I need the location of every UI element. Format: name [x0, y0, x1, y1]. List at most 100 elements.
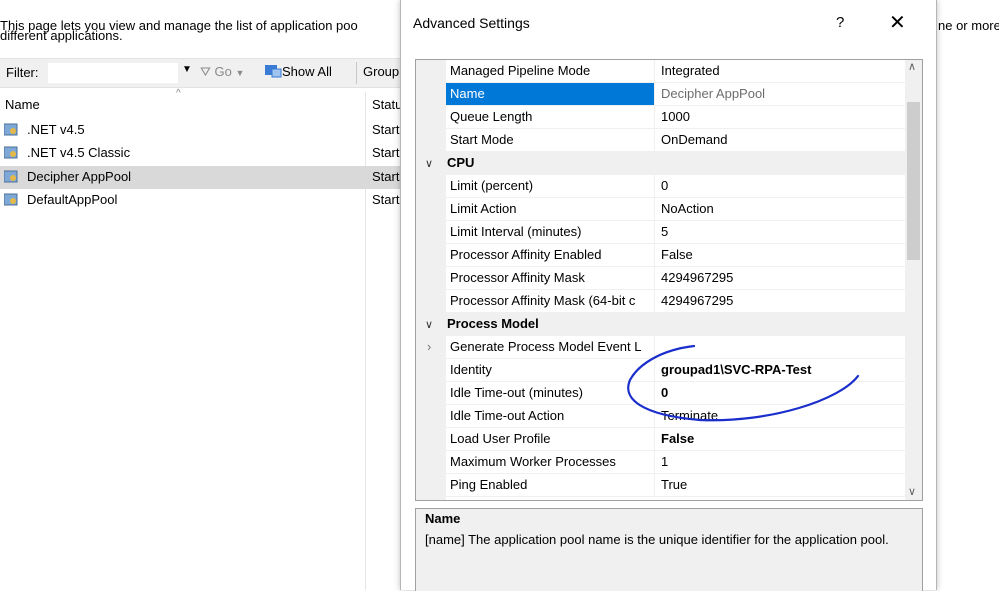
property-row[interactable]: Processor Affinity Mask (64-bit c 4294967…: [416, 290, 911, 313]
chevron-down-icon[interactable]: ∨: [425, 314, 433, 336]
chevron-down-icon: ▼: [235, 68, 245, 78]
scroll-down-icon[interactable]: ∨: [908, 485, 916, 498]
property-row[interactable]: Limit (percent) 0: [416, 175, 911, 198]
property-value: 5: [655, 221, 911, 244]
property-name: Processor Affinity Enabled: [446, 244, 654, 267]
show-all-button[interactable]: Show All: [264, 64, 332, 79]
property-value: False: [655, 244, 911, 267]
description-title: Name: [425, 511, 461, 526]
property-row[interactable]: Processor Affinity Mask 4294967295: [416, 267, 911, 290]
property-value: 4294967295: [655, 267, 911, 290]
vertical-scrollbar[interactable]: ∧ ∨: [905, 60, 922, 500]
pool-name: .NET v4.5: [27, 122, 85, 137]
property-row[interactable]: Load User Profile False: [416, 428, 911, 451]
property-value: [655, 336, 911, 359]
filter-label: Filter:: [6, 65, 39, 80]
property-row[interactable]: Limit Interval (minutes) 5: [416, 221, 911, 244]
description-text: [name] The application pool name is the …: [425, 532, 889, 547]
app-pool-icon: [4, 146, 18, 159]
property-row[interactable]: Idle Time-out (minutes) 0: [416, 382, 911, 405]
property-value: 1000: [655, 106, 911, 129]
help-button[interactable]: ?: [836, 14, 844, 31]
pool-list-header: Name ^ Statu: [0, 88, 402, 116]
close-icon[interactable]: ✕: [889, 10, 906, 35]
category-process-model[interactable]: ∨ Process Model: [416, 313, 905, 336]
property-name: Idle Time-out Action: [446, 405, 654, 428]
property-value: NoAction: [655, 198, 911, 221]
app-pool-icon: [4, 123, 18, 136]
app-pool-icon: [4, 170, 18, 183]
property-value: groupad1\SVC-RPA-Test: [655, 359, 911, 382]
filter-toolbar: Filter: ▼ ⛛ Go ▼ Show All Group: [0, 58, 400, 88]
filter-dropdown-icon[interactable]: ▼: [182, 64, 192, 75]
property-name: Maximum Worker Processes: [446, 451, 654, 474]
property-row[interactable]: Queue Length 1000: [416, 106, 911, 129]
funnel-icon: ⛛: [200, 64, 211, 79]
filter-input[interactable]: [47, 62, 179, 84]
property-row[interactable]: Processor Affinity Enabled False: [416, 244, 911, 267]
category-label: Process Model: [447, 316, 539, 331]
property-name: Name: [446, 83, 654, 106]
property-name: Load User Profile: [446, 428, 654, 451]
property-row[interactable]: Managed Pipeline Mode Integrated: [416, 60, 911, 83]
scrollbar-thumb[interactable]: [907, 102, 920, 260]
intro-line-2: different applications.: [0, 28, 123, 43]
dialog-title: Advanced Settings: [413, 15, 530, 31]
property-name: Managed Pipeline Mode: [446, 60, 654, 83]
property-name: Processor Affinity Mask: [446, 267, 654, 290]
property-grid: Managed Pipeline Mode Integrated Name Deci…: [415, 59, 923, 501]
column-header-status[interactable]: Statu: [372, 97, 402, 112]
intro-line-1-tail: ne or more: [938, 18, 999, 33]
property-name: Idle Time-out (minutes): [446, 382, 654, 405]
property-name: Limit Interval (minutes): [446, 221, 654, 244]
pool-row-selected[interactable]: Decipher AppPool Start: [0, 166, 400, 189]
pool-name: Decipher AppPool: [27, 169, 132, 184]
show-all-icon: [265, 65, 282, 78]
property-value: 4294967295: [655, 290, 911, 313]
show-all-label: Show All: [282, 64, 332, 79]
description-panel: Name [name] The application pool name is…: [415, 508, 923, 591]
scroll-up-icon[interactable]: ∧: [908, 60, 916, 73]
pool-status: Start: [372, 145, 400, 160]
property-row[interactable]: Idle Time-out Action Terminate: [416, 405, 911, 428]
chevron-down-icon[interactable]: ∨: [425, 153, 433, 175]
property-value: Integrated: [655, 60, 911, 83]
pool-row[interactable]: .NET v4.5 Start: [0, 119, 400, 142]
pool-row[interactable]: .NET v4.5 Classic Start: [0, 142, 400, 165]
property-row[interactable]: Start Mode OnDemand: [416, 129, 911, 152]
category-cpu[interactable]: ∨ CPU: [416, 152, 905, 175]
go-button[interactable]: ⛛ Go ▼: [200, 64, 244, 80]
property-name: Limit (percent): [446, 175, 654, 198]
property-value: 0: [655, 382, 911, 405]
pool-name: .NET v4.5 Classic: [27, 145, 131, 160]
advanced-settings-dialog: Advanced Settings ? ✕ Managed Pipeline M…: [400, 0, 937, 591]
property-value: OnDemand: [655, 129, 911, 152]
property-name: Processor Affinity Mask (64-bit c: [446, 290, 654, 313]
property-row[interactable]: Limit Action NoAction: [416, 198, 911, 221]
pool-status: Start: [372, 169, 400, 184]
property-name: Ping Enabled: [446, 474, 654, 497]
property-value: Terminate: [655, 405, 911, 428]
property-row[interactable]: Identity groupad1\SVC-RPA-Test: [416, 359, 911, 382]
pool-status: Start: [372, 122, 400, 137]
property-row[interactable]: Ping Enabled True: [416, 474, 911, 497]
go-label: Go: [214, 64, 232, 79]
column-header-name[interactable]: Name: [5, 97, 40, 112]
property-name: Identity: [446, 359, 654, 382]
property-row-selected[interactable]: Name Decipher AppPool: [416, 83, 911, 106]
sort-ascending-icon: ^: [176, 88, 181, 99]
property-value: False: [655, 428, 911, 451]
property-row[interactable]: › Generate Process Model Event L: [416, 336, 911, 359]
property-name: Start Mode: [446, 129, 654, 152]
property-row[interactable]: Maximum Worker Processes 1: [416, 451, 911, 474]
pool-row[interactable]: DefaultAppPool Start: [0, 189, 400, 212]
group-by-button[interactable]: Group: [363, 64, 399, 79]
property-value: 0: [655, 175, 911, 198]
toolbar-separator: [356, 62, 357, 84]
pool-name: DefaultAppPool: [27, 192, 118, 207]
category-label: CPU: [447, 155, 475, 170]
chevron-right-icon[interactable]: ›: [427, 336, 431, 358]
property-value: True: [655, 474, 911, 497]
pool-status: Start: [372, 192, 400, 207]
property-name: Queue Length: [446, 106, 654, 129]
